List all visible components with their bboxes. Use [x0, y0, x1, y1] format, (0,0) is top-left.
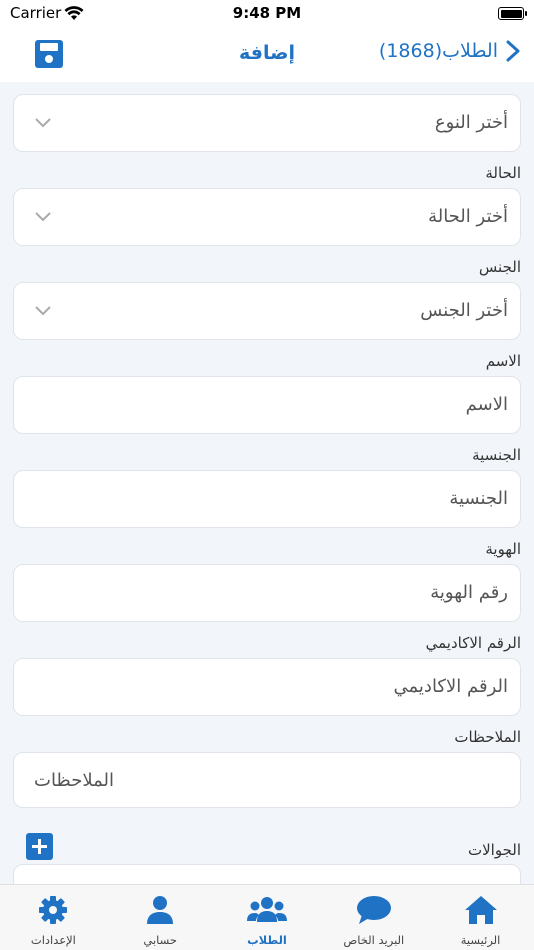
chevron-right-icon — [506, 40, 520, 62]
gender-select-value: أختر الجنس — [420, 300, 508, 321]
tab-label: الإعدادات — [30, 933, 76, 947]
mobiles-label: الجوالات — [467, 841, 521, 859]
person-icon — [147, 896, 174, 924]
gender-label: الجنس — [478, 258, 521, 276]
name-field[interactable]: الاسم — [13, 376, 521, 434]
tab-private-mail[interactable]: البريد الخاص — [320, 885, 427, 950]
back-button[interactable]: الطلاب(1868) — [379, 40, 520, 62]
nationality-label: الجنسية — [472, 446, 521, 464]
navigation-bar: إضافة الطلاب(1868) — [0, 30, 534, 82]
tab-label: حسابي — [143, 933, 178, 947]
battery-icon — [498, 7, 527, 20]
gear-icon — [39, 896, 68, 924]
academic-number-label: الرقم الاكاديمي — [425, 634, 521, 652]
clock: 9:48 PM — [232, 4, 302, 22]
id-placeholder: رقم الهوية — [430, 582, 508, 603]
id-field[interactable]: رقم الهوية — [13, 564, 521, 622]
tab-label: البريد الخاص — [343, 933, 405, 947]
tab-bar: الإعدادات حسابي الطلاب البريد الخاص الرئ… — [0, 884, 534, 950]
notes-label: الملاحظات — [454, 728, 521, 746]
add-mobile-button[interactable] — [26, 833, 53, 860]
status-bar: Carrier 9:48 PM — [0, 0, 534, 30]
chevron-down-icon — [35, 212, 51, 222]
type-select[interactable]: أختر النوع — [13, 94, 521, 152]
academic-number-placeholder: الرقم الاكاديمي — [393, 676, 508, 697]
chevron-down-icon — [35, 306, 51, 316]
back-label: الطلاب(1868) — [378, 40, 498, 62]
name-label: الاسم — [485, 352, 521, 370]
id-label: الهوية — [485, 540, 521, 558]
academic-number-field[interactable]: الرقم الاكاديمي — [13, 658, 521, 716]
tab-home[interactable]: الرئيسية — [427, 885, 534, 950]
status-select[interactable]: أختر الحالة — [13, 188, 521, 246]
notes-field[interactable]: الملاحظات — [13, 752, 521, 808]
nationality-placeholder: الجنسية — [449, 488, 508, 509]
tab-label: الطلاب — [247, 933, 287, 947]
notes-placeholder: الملاحظات — [34, 770, 114, 791]
students-icon — [246, 897, 287, 922]
tab-label: الرئيسية — [460, 933, 501, 947]
tab-students[interactable]: الطلاب — [214, 885, 321, 950]
chevron-down-icon — [35, 118, 51, 128]
status-label: الحالة — [485, 164, 521, 182]
name-placeholder: الاسم — [465, 394, 508, 415]
status-select-value: أختر الحالة — [428, 206, 508, 227]
home-icon — [464, 896, 497, 924]
nationality-field[interactable]: الجنسية — [13, 470, 521, 528]
gender-select[interactable]: أختر الجنس — [13, 282, 521, 340]
chat-icon — [356, 896, 391, 924]
tab-account[interactable]: حسابي — [107, 885, 214, 950]
tab-settings[interactable]: الإعدادات — [0, 885, 107, 950]
type-select-value: أختر النوع — [434, 112, 508, 133]
